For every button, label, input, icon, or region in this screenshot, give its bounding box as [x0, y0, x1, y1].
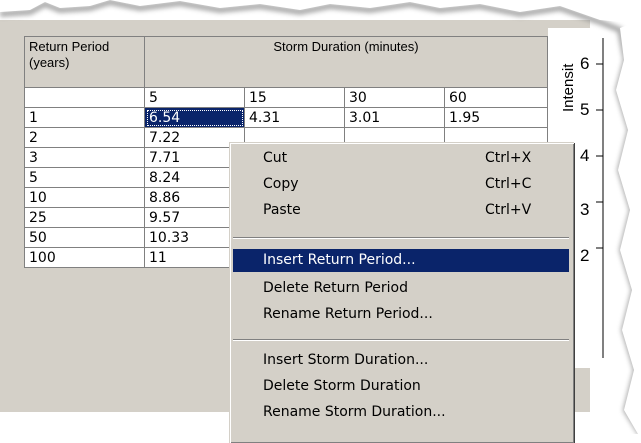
menu-item-insert-storm-duration[interactable]: Insert Storm Duration...: [233, 349, 569, 372]
menu-item-shortcut: Ctrl+C: [485, 176, 532, 192]
context-menu: Cut Ctrl+X Copy Ctrl+C Paste Ctrl+V Inse…: [229, 142, 574, 443]
menu-separator: [233, 237, 569, 239]
menu-item-shortcut: Ctrl+X: [485, 150, 532, 166]
menu-item-shortcut: Ctrl+V: [485, 202, 532, 218]
chart-y-axis-label: Intensit: [560, 63, 577, 112]
menu-item-label: Insert Return Period...: [263, 252, 416, 268]
menu-item-paste[interactable]: Paste Ctrl+V: [233, 199, 569, 222]
menu-item-delete-return-period[interactable]: Delete Return Period: [233, 277, 569, 300]
return-period-cell[interactable]: 50: [24, 227, 145, 248]
chart-tick-label: 6: [580, 54, 590, 73]
return-period-cell[interactable]: 3: [24, 147, 145, 168]
menu-item-label: Delete Storm Duration: [263, 378, 421, 394]
return-period-cell[interactable]: 5: [24, 167, 145, 188]
chart-tick-label: 2: [580, 246, 590, 265]
intensity-cell[interactable]: 4.31: [244, 107, 345, 128]
intensity-cell[interactable]: 3.01: [344, 107, 445, 128]
chart-tick-label: 3: [580, 200, 590, 219]
menu-item-rename-return-period[interactable]: Rename Return Period...: [233, 303, 569, 326]
menu-item-label: Cut: [263, 150, 288, 166]
duration-header-cell[interactable]: 15: [244, 87, 345, 108]
menu-item-rename-storm-duration[interactable]: Rename Storm Duration...: [233, 401, 569, 424]
menu-item-label: Copy: [263, 176, 299, 192]
menu-item-delete-storm-duration[interactable]: Delete Storm Duration: [233, 375, 569, 398]
chart-tick-label: 5: [580, 100, 590, 119]
menu-item-insert-return-period[interactable]: Insert Return Period...: [233, 249, 569, 272]
duration-header-cell[interactable]: 30: [344, 87, 445, 108]
return-period-cell[interactable]: 2: [24, 127, 145, 148]
return-period-cell[interactable]: 100: [24, 247, 145, 268]
return-period-header: Return Period (years): [24, 36, 145, 88]
intensity-cell[interactable]: 1.95: [444, 107, 548, 128]
menu-item-label: Paste: [263, 202, 301, 218]
menu-item-cut[interactable]: Cut Ctrl+X: [233, 147, 569, 170]
menu-item-label: Insert Storm Duration...: [263, 352, 429, 368]
table-row: 1 6.54 4.31 3.01 1.95: [24, 107, 548, 128]
selected-intensity-cell[interactable]: 6.54: [144, 107, 245, 128]
duration-header-cell[interactable]: 60: [444, 87, 548, 108]
menu-item-copy[interactable]: Copy Ctrl+C: [233, 173, 569, 196]
return-period-cell[interactable]: 1: [24, 107, 145, 128]
return-period-cell[interactable]: 10: [24, 187, 145, 208]
menu-item-label: Rename Return Period...: [263, 306, 433, 322]
duration-header-cell[interactable]: 5: [144, 87, 245, 108]
menu-item-label: Rename Storm Duration...: [263, 404, 446, 420]
chart-tick-label: 4: [580, 146, 590, 165]
menu-item-label: Delete Return Period: [263, 280, 409, 296]
return-period-cell[interactable]: 25: [24, 207, 145, 228]
corner-cell: [24, 87, 145, 108]
storm-duration-header: Storm Duration (minutes): [144, 36, 548, 88]
menu-separator: [233, 339, 569, 341]
